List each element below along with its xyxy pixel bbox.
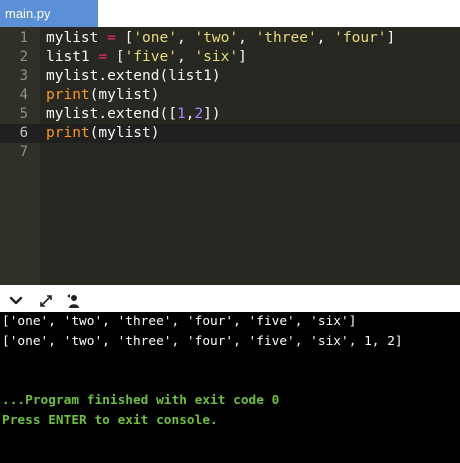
code-text: print(mylist) bbox=[46, 125, 160, 141]
line-number: 7 bbox=[19, 144, 28, 160]
output-line: ['one', 'two', 'three', 'four', 'five', … bbox=[2, 334, 403, 349]
tab-main-py[interactable]: main.py bbox=[0, 0, 98, 27]
code-line[interactable]: 4 print(mylist) bbox=[0, 86, 460, 105]
code-text: mylist.extend([1,2]) bbox=[46, 106, 221, 122]
code-line[interactable]: 5 mylist.extend([1,2]) bbox=[0, 105, 460, 124]
code-line[interactable]: 1 mylist = ['one', 'two', 'three', 'four… bbox=[0, 29, 460, 48]
share-user-icon[interactable] bbox=[66, 293, 82, 309]
line-number: 1 bbox=[19, 30, 28, 46]
line-number: 2 bbox=[19, 49, 28, 65]
line-number: 5 bbox=[19, 106, 28, 122]
code-line[interactable]: 2 list1 = ['five', 'six'] bbox=[0, 48, 460, 67]
code-line[interactable]: 7 bbox=[0, 143, 460, 162]
code-text: print(mylist) bbox=[46, 87, 160, 103]
code-text: mylist = ['one', 'two', 'three', 'four'] bbox=[46, 30, 396, 46]
code-text: mylist.extend(list1) bbox=[46, 68, 221, 84]
code-line-active[interactable]: 6 print(mylist) bbox=[0, 124, 460, 143]
code-line[interactable]: 3 mylist.extend(list1) bbox=[0, 67, 460, 86]
output-line: ['one', 'two', 'three', 'four', 'five', … bbox=[2, 314, 357, 329]
chevron-down-icon[interactable] bbox=[8, 293, 24, 309]
expand-icon[interactable] bbox=[38, 293, 54, 309]
console-toolbar bbox=[0, 290, 460, 313]
line-number: 3 bbox=[19, 68, 28, 84]
line-number: 6 bbox=[19, 125, 28, 141]
console-output[interactable]: ['one', 'two', 'three', 'four', 'five', … bbox=[0, 312, 460, 463]
program-finished-message: ...Program finished with exit code 0 bbox=[2, 393, 280, 408]
tab-bar: main.py bbox=[0, 0, 460, 27]
code-text: list1 = ['five', 'six'] bbox=[46, 49, 247, 65]
code-editor[interactable]: 1 mylist = ['one', 'two', 'three', 'four… bbox=[0, 27, 460, 285]
line-number: 4 bbox=[19, 87, 28, 103]
press-enter-message: Press ENTER to exit console. bbox=[2, 413, 218, 428]
